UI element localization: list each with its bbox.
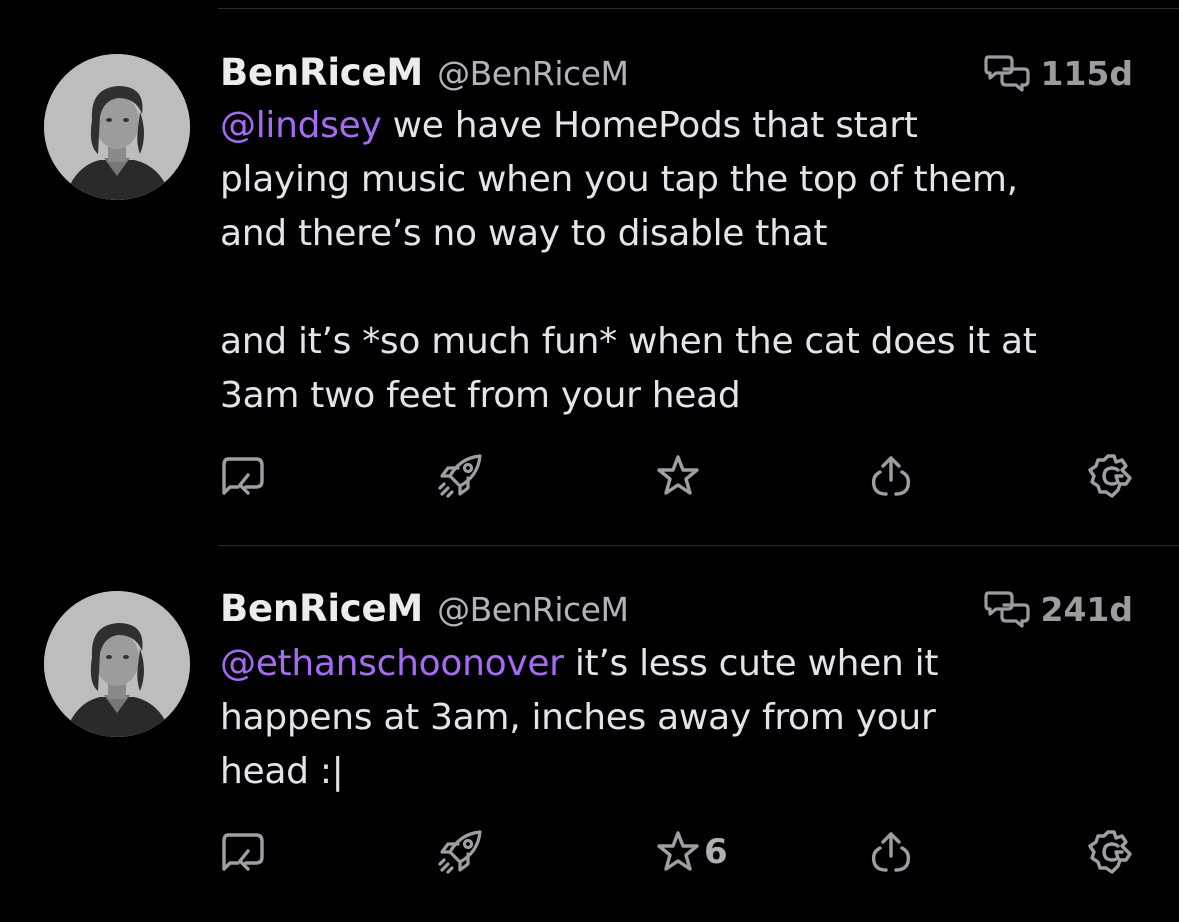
post-meta: 115d <box>984 53 1133 93</box>
share-icon <box>871 456 911 496</box>
mention-link[interactable]: @lindsey <box>220 105 382 146</box>
post-body: @lindsey we have HomePods that start pla… <box>220 99 1140 423</box>
post[interactable]: BenRiceM @BenRiceM 241d @ethanschoonover… <box>0 545 1179 922</box>
favorite-button[interactable] <box>654 451 704 501</box>
favorite-button[interactable]: 6 <box>654 827 728 877</box>
action-bar: 6 <box>218 827 1138 877</box>
handle[interactable]: @BenRiceM <box>437 590 629 629</box>
post-header: BenRiceM @BenRiceM 241d <box>220 587 1133 631</box>
boost-button[interactable] <box>436 827 486 877</box>
display-name[interactable]: BenRiceM <box>220 51 423 94</box>
post-body: @ethanschoonover it’s less cute when it … <box>220 637 1140 799</box>
boost-rocket-icon <box>438 830 482 874</box>
conversation-bubbles-icon <box>984 55 1031 92</box>
post-age: 115d <box>1040 53 1133 93</box>
action-bar <box>218 451 1138 501</box>
share-icon <box>871 832 911 872</box>
post-divider <box>218 545 1179 546</box>
post[interactable]: BenRiceM @BenRiceM 115d @lindsey we have… <box>0 9 1179 545</box>
share-button[interactable] <box>866 451 916 501</box>
post-age: 241d <box>1040 589 1133 629</box>
handle[interactable]: @BenRiceM <box>437 54 629 93</box>
favorite-count: 6 <box>704 832 728 872</box>
favorite-star-icon <box>657 831 699 871</box>
display-name[interactable]: BenRiceM <box>220 587 423 630</box>
reply-button[interactable] <box>218 451 266 501</box>
post-header: BenRiceM @BenRiceM 115d <box>220 51 1133 95</box>
mention-link[interactable]: @ethanschoonover <box>220 643 564 684</box>
more-gear-icon <box>1088 830 1132 874</box>
more-gear-icon <box>1088 454 1132 498</box>
boost-button[interactable] <box>436 451 486 501</box>
reply-icon <box>222 457 264 495</box>
reply-icon <box>222 833 264 871</box>
favorite-star-icon <box>657 455 699 495</box>
post-text: we have HomePods that start playing musi… <box>220 105 1037 416</box>
avatar[interactable] <box>44 591 190 737</box>
boost-rocket-icon <box>438 454 482 498</box>
conversation-bubbles-icon <box>984 591 1031 628</box>
share-button[interactable] <box>866 827 916 877</box>
post-meta: 241d <box>984 589 1133 629</box>
reply-button[interactable] <box>218 827 266 877</box>
avatar[interactable] <box>44 54 190 200</box>
more-button[interactable] <box>1086 827 1136 877</box>
more-button[interactable] <box>1086 451 1136 501</box>
